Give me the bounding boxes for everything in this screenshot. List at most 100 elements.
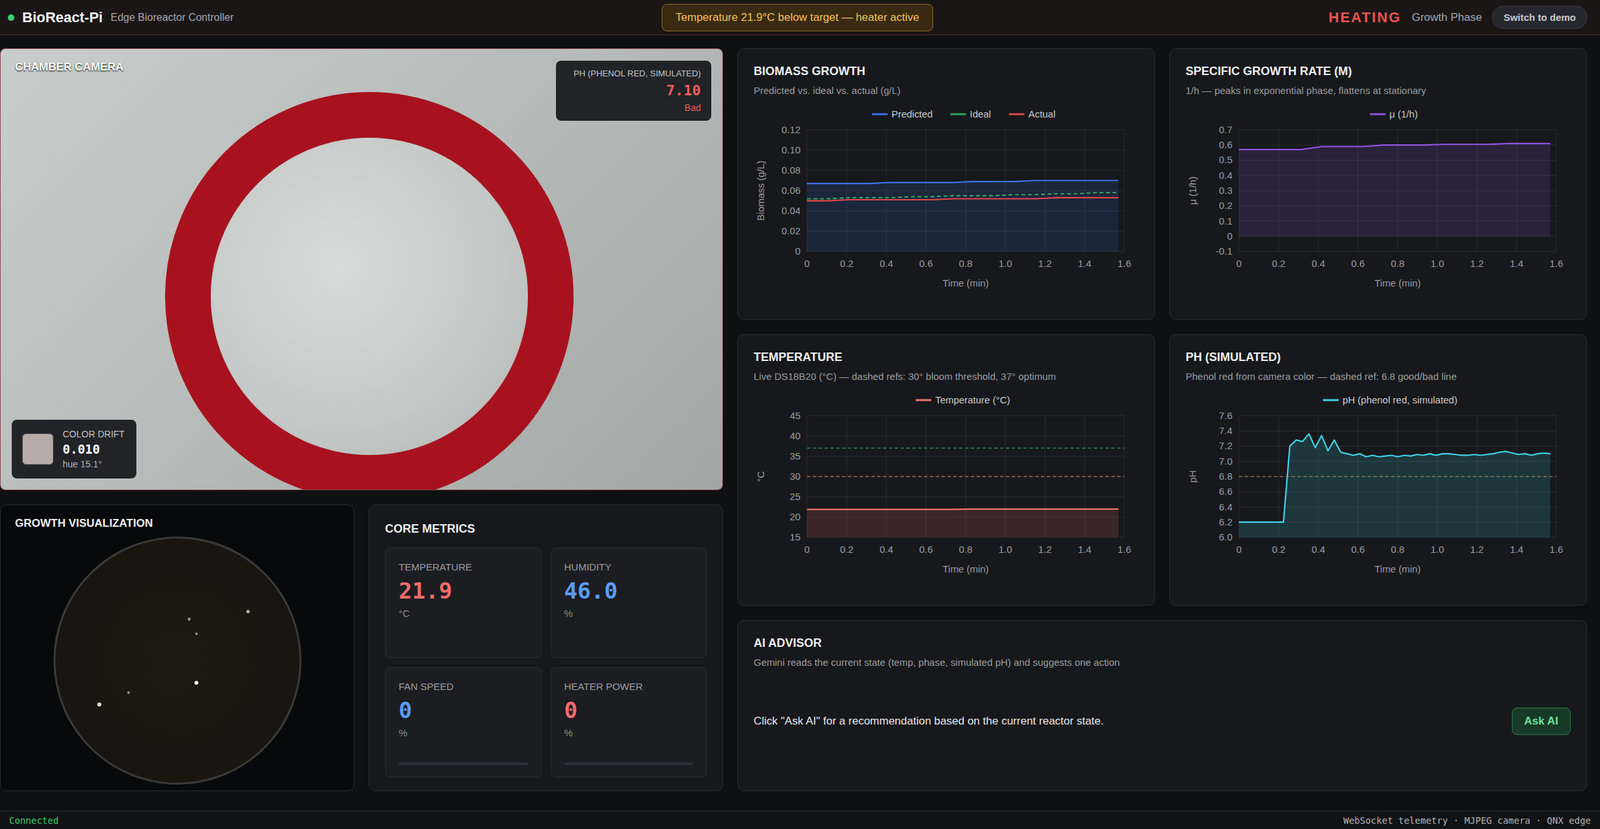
header: BioReact-Pi Edge Bioreactor Controller T… (0, 0, 1600, 36)
metric-bar (564, 762, 694, 765)
y-tick: 7.0 (1218, 455, 1233, 467)
ph-value: 7.10 (563, 82, 701, 99)
x-tick: 1.0 (998, 257, 1013, 269)
ph-badge: PH (PHENOL RED, SIMULATED) 7.10 Bad (555, 60, 712, 121)
header-status: HEATING Growth Phase Switch to demo (933, 5, 1587, 29)
x-tick: 0.8 (959, 543, 973, 555)
metric-unit: % (564, 726, 694, 739)
y-axis-title: μ (1/h) (1186, 176, 1199, 205)
x-tick: 0.2 (839, 257, 854, 269)
dish-lens (210, 137, 528, 455)
alert-banner: Temperature 21.9°C below target — heater… (661, 3, 933, 32)
x-tick: 0.6 (919, 543, 934, 555)
x-tick: 1.0 (1430, 257, 1445, 269)
chart-panel: SPECIFIC GROWTH RATE (Μ) 1/h — peaks in … (1169, 48, 1587, 320)
y-tick: 7.2 (1218, 439, 1233, 451)
status-bar: Connected WebSocket telemetry · MJPEG ca… (0, 810, 1600, 829)
y-axis-title: Biomass (g/L) (754, 160, 767, 221)
metric-card: TEMPERATURE 21.9 °C (384, 547, 542, 658)
chart-subtitle: Predicted vs. ideal vs. actual (g/L) (753, 84, 1139, 96)
y-tick: 40 (789, 430, 801, 442)
ask-ai-button[interactable]: Ask AI (1511, 707, 1571, 735)
mode-label: HEATING (1328, 9, 1401, 27)
x-tick: 0.4 (879, 543, 894, 555)
legend-label: Predicted (891, 108, 933, 120)
chart-panel: PH (SIMULATED) Phenol red from camera co… (1169, 334, 1587, 606)
reference-line (807, 447, 1125, 449)
metrics-title: CORE METRICS (384, 522, 707, 536)
y-tick: 6.0 (1218, 531, 1233, 543)
x-axis-title: Time (min) (942, 563, 989, 575)
series-area (807, 180, 1119, 252)
y-tick: 6.4 (1218, 501, 1233, 513)
x-tick: 0.6 (1351, 257, 1366, 269)
x-tick: 1.2 (1038, 543, 1052, 555)
growth-visualization: GROWTH VISUALIZATION (0, 504, 355, 791)
metric-card: FAN SPEED 0 % (384, 666, 542, 778)
x-tick: 1.6 (1117, 543, 1132, 555)
y-tick: 7.4 (1218, 424, 1233, 436)
series-area (1239, 143, 1551, 237)
y-axis-title: pH (1186, 470, 1199, 483)
legend-label: μ (1/h) (1389, 108, 1418, 120)
connection-status: Connected (9, 815, 59, 826)
chart: -0.100.10.20.30.40.50.60.700.20.40.60.81… (1185, 105, 1571, 301)
metric-unit: % (564, 607, 694, 619)
y-tick: 0.1 (1218, 215, 1233, 227)
legend-swatch (1008, 112, 1025, 115)
colony (187, 617, 191, 620)
y-tick: 0.7 (1218, 123, 1233, 136)
x-tick: 1.6 (1117, 257, 1132, 269)
x-tick: 0.6 (919, 257, 934, 269)
drift-text: COLOR DRIFT 0.010 hue 15.1° (62, 428, 125, 470)
x-tick: 1.6 (1549, 257, 1564, 269)
phase-label: Growth Phase (1411, 11, 1482, 25)
core-metrics: CORE METRICS TEMPERATURE 21.9 °C HUMIDIT… (368, 504, 724, 791)
metric-label: HEATER POWER (564, 680, 694, 692)
x-tick: 0.2 (839, 543, 854, 555)
y-tick: 6.8 (1218, 470, 1233, 482)
y-tick: 0 (1226, 230, 1232, 242)
x-tick: 0.4 (1311, 257, 1326, 269)
x-tick: 1.0 (998, 543, 1013, 555)
x-tick: 1.2 (1038, 257, 1052, 269)
brand-name: BioReact-Pi (22, 9, 103, 27)
y-tick: 0.08 (781, 164, 801, 176)
series-line (807, 508, 1119, 511)
y-tick: 0.2 (1218, 199, 1233, 211)
x-tick: 0.8 (959, 257, 973, 269)
advisor-row: Click "Ask AI" for a recommendation base… (753, 667, 1571, 775)
colony (97, 702, 102, 707)
chart-subtitle: 1/h — peaks in exponential phase, flatte… (1185, 84, 1571, 96)
right-column: BIOMASS GROWTH Predicted vs. ideal vs. a… (737, 48, 1587, 791)
legend-swatch (871, 112, 888, 115)
metric-unit: °C (398, 607, 528, 619)
series-line (807, 197, 1119, 201)
metric-unit: % (398, 726, 528, 739)
metric-label: HUMIDITY (564, 561, 694, 573)
x-tick: 1.2 (1470, 257, 1484, 269)
legend-label: Actual (1028, 108, 1056, 120)
colony (195, 632, 198, 635)
advisor-subtitle: Gemini reads the current state (temp, ph… (753, 656, 1571, 668)
x-tick: 1.2 (1470, 543, 1484, 555)
x-tick: 1.4 (1077, 543, 1092, 555)
y-tick: 6.2 (1218, 516, 1233, 528)
y-tick: 30 (789, 470, 801, 482)
x-tick: 1.6 (1549, 543, 1564, 555)
metric-bar (398, 762, 528, 765)
x-tick: 1.0 (1430, 543, 1445, 555)
grid-line (1556, 129, 1557, 252)
left-column: CHAMBER CAMERA PH (PHENOL RED, SIMULATED… (0, 48, 724, 791)
y-tick: 0.6 (1218, 138, 1233, 151)
bottom-left: GROWTH VISUALIZATION CORE METRICS TEMPER… (0, 504, 724, 791)
status-dot-icon (7, 14, 15, 21)
y-tick: 0.5 (1218, 153, 1233, 166)
y-tick: 0.12 (781, 123, 801, 136)
switch-demo-button[interactable]: Switch to demo (1492, 5, 1587, 29)
drift-value: 0.010 (62, 441, 125, 457)
legend-label: pH (phenol red, simulated) (1342, 394, 1458, 406)
y-tick: 0.10 (781, 144, 801, 156)
ph-status: Bad (563, 102, 701, 113)
grid-line (1124, 129, 1125, 252)
